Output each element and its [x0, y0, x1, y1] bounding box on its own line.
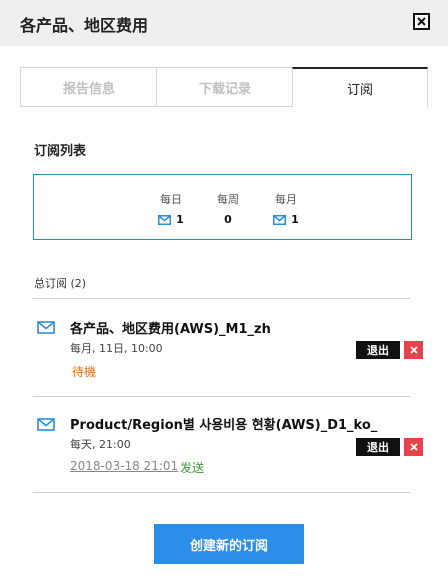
divider: [33, 492, 410, 493]
summary-daily-label: 每日: [160, 193, 182, 206]
summary-monthly: 每月 1: [256, 191, 316, 226]
summary-weekly: 每周 0: [198, 191, 258, 226]
summary-monthly-label: 每月: [275, 193, 297, 206]
subscription-list-title: 订阅列表: [34, 144, 87, 159]
unsubscribe-button[interactable]: 退出: [356, 341, 400, 359]
close-button[interactable]: [413, 13, 430, 30]
summary-daily: 每日 1: [141, 191, 201, 226]
summary-daily-count: 1: [176, 213, 184, 226]
subscription-item-last-sent[interactable]: 2018-03-18 21:01: [70, 459, 178, 473]
delete-button[interactable]: [404, 341, 423, 359]
subscription-item-status: 待機: [72, 365, 97, 379]
tab-subscription[interactable]: 订阅: [292, 67, 428, 107]
summary-weekly-label: 每周: [217, 193, 239, 206]
delete-button[interactable]: [404, 438, 423, 456]
tab-report-info[interactable]: 报告信息: [20, 67, 157, 107]
subscription-item-status: 发送: [180, 461, 205, 475]
unsubscribe-button[interactable]: 退出: [356, 438, 400, 456]
dialog-header: 各产品、地区费用: [0, 0, 448, 46]
tab-download-history[interactable]: 下载记录: [156, 67, 293, 107]
subscription-item-title: 各产品、地区费用(AWS)_M1_zh: [70, 322, 271, 337]
tab-bar: 报告信息 下载记录 订阅: [20, 67, 428, 107]
divider: [33, 396, 410, 397]
summary-weekly-count: 0: [224, 213, 232, 226]
divider: [33, 298, 410, 299]
subscription-item-schedule: 每天, 21:00: [70, 438, 131, 451]
close-icon: [409, 346, 418, 354]
subscription-item-schedule: 每月, 11日, 10:00: [70, 342, 163, 355]
subscription-summary: 每日 1 每周 0 每月 1: [33, 174, 412, 240]
mail-icon: [158, 214, 172, 225]
summary-monthly-count: 1: [291, 213, 299, 226]
mail-icon: [37, 416, 55, 435]
dialog-title: 各产品、地区费用: [20, 16, 149, 35]
create-subscription-button[interactable]: 创建新的订阅: [154, 524, 304, 564]
subscription-item-title: Product/Region별 사용비용 현황(AWS)_D1_ko_: [70, 418, 378, 433]
close-icon: [417, 17, 426, 26]
close-icon: [409, 443, 418, 451]
mail-icon: [273, 214, 287, 225]
total-subscriptions: 总订阅 (2): [34, 277, 87, 290]
mail-icon: [37, 319, 55, 338]
